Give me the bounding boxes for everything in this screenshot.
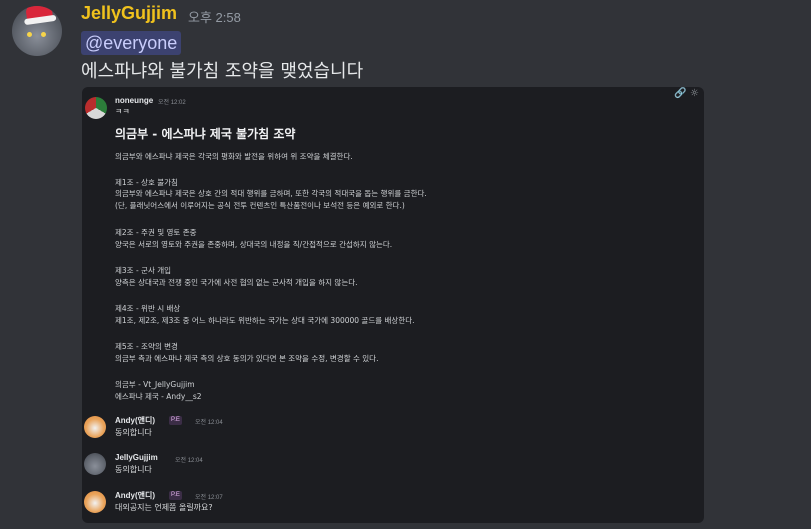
avatar[interactable] bbox=[12, 6, 62, 56]
article-text: 양측은 상대국과 전쟁 중인 국가에 사전 협의 없는 군사적 개입을 하지 않… bbox=[115, 278, 358, 287]
reply-text: 동의합니다 bbox=[115, 428, 152, 437]
avatar bbox=[85, 97, 107, 119]
everyone-mention[interactable]: @everyone bbox=[81, 31, 182, 55]
reply-author: Andy(앤디) bbox=[115, 491, 156, 500]
reply-text: 대외공지는 언제쯤 올릴까요? bbox=[115, 503, 213, 512]
message-timestamp: 오후 2:58 bbox=[188, 10, 241, 25]
image-attachment[interactable]: 🔗 ☼ noneunge 오전 12:02 ㅋㅋ 의금부 - 에스파냐 제국 불… bbox=[82, 87, 704, 523]
article-heading: 제4조 - 위반 시 배상 bbox=[115, 304, 181, 313]
role-badge: P.E bbox=[169, 416, 182, 425]
avatar bbox=[84, 416, 106, 438]
link-icon[interactable]: 🔗 bbox=[674, 89, 686, 99]
post-author: noneunge bbox=[115, 96, 154, 105]
attachment-toolbar: 🔗 ☼ bbox=[664, 87, 704, 103]
role-badge: P.E bbox=[169, 491, 182, 500]
treaty-preamble: 의금부와 에스파냐 제국은 각국의 평화와 발전을 위하여 위 조약을 체결한다… bbox=[115, 152, 353, 161]
signature-line: 의금부 - Vt_JellyGujjim bbox=[115, 380, 195, 389]
post-reaction-text: ㅋㅋ bbox=[115, 107, 130, 116]
signature-line: 에스파냐 제국 - Andy__s2 bbox=[115, 392, 202, 401]
reply-author: JellyGujjim bbox=[115, 453, 158, 462]
article-text: 의금부 측과 에스파냐 제국 측의 상호 동의가 있다면 본 조약을 수정, 변… bbox=[115, 354, 379, 363]
cat-eye-icon bbox=[27, 32, 32, 37]
avatar bbox=[84, 491, 106, 513]
treaty-title: 의금부 - 에스파냐 제국 불가침 조약 bbox=[115, 127, 296, 141]
reply-author: Andy(앤디) bbox=[115, 416, 156, 425]
reply-time: 오전 12:04 bbox=[175, 458, 203, 464]
article-text: 제1조, 제2조, 제3조 중 어느 하나라도 위반하는 국가는 상대 국가에 … bbox=[115, 316, 415, 325]
article-heading: 제1조 - 상호 불가침 bbox=[115, 178, 178, 187]
article-text: (단, 플래닛어스에서 이루어지는 공식 전투 컨텐츠인 특산품전이나 보석전 … bbox=[115, 201, 405, 210]
avatar bbox=[84, 453, 106, 475]
cat-eye-icon bbox=[41, 32, 46, 37]
article-text: 양국은 서로의 영토와 주권을 존중하며, 상대국의 내정을 직/간접적으로 간… bbox=[115, 240, 393, 249]
santa-hat-icon bbox=[24, 6, 54, 22]
reply-text: 동의합니다 bbox=[115, 465, 152, 474]
article-heading: 제3조 - 군사 개입 bbox=[115, 266, 172, 275]
post-time: 오전 12:02 bbox=[158, 100, 186, 106]
reply-icon[interactable]: ☼ bbox=[690, 89, 700, 99]
article-heading: 제2조 - 주권 및 영토 존중 bbox=[115, 228, 197, 237]
message-text: 에스파냐와 불가침 조약을 맺었습니다 bbox=[81, 61, 364, 82]
chat-message: JellyGujjim 오후 2:58 @everyone 에스파냐와 불가침 … bbox=[0, 0, 811, 529]
reply-time: 오전 12:04 bbox=[195, 420, 223, 426]
reply-time: 오전 12:07 bbox=[195, 495, 223, 501]
message-author[interactable]: JellyGujjim bbox=[81, 3, 177, 24]
article-heading: 제5조 - 조약의 변경 bbox=[115, 342, 178, 351]
article-text: 의금부와 에스파냐 제국은 상호 간의 적대 행위를 금하며, 또한 각국의 적… bbox=[115, 189, 427, 198]
